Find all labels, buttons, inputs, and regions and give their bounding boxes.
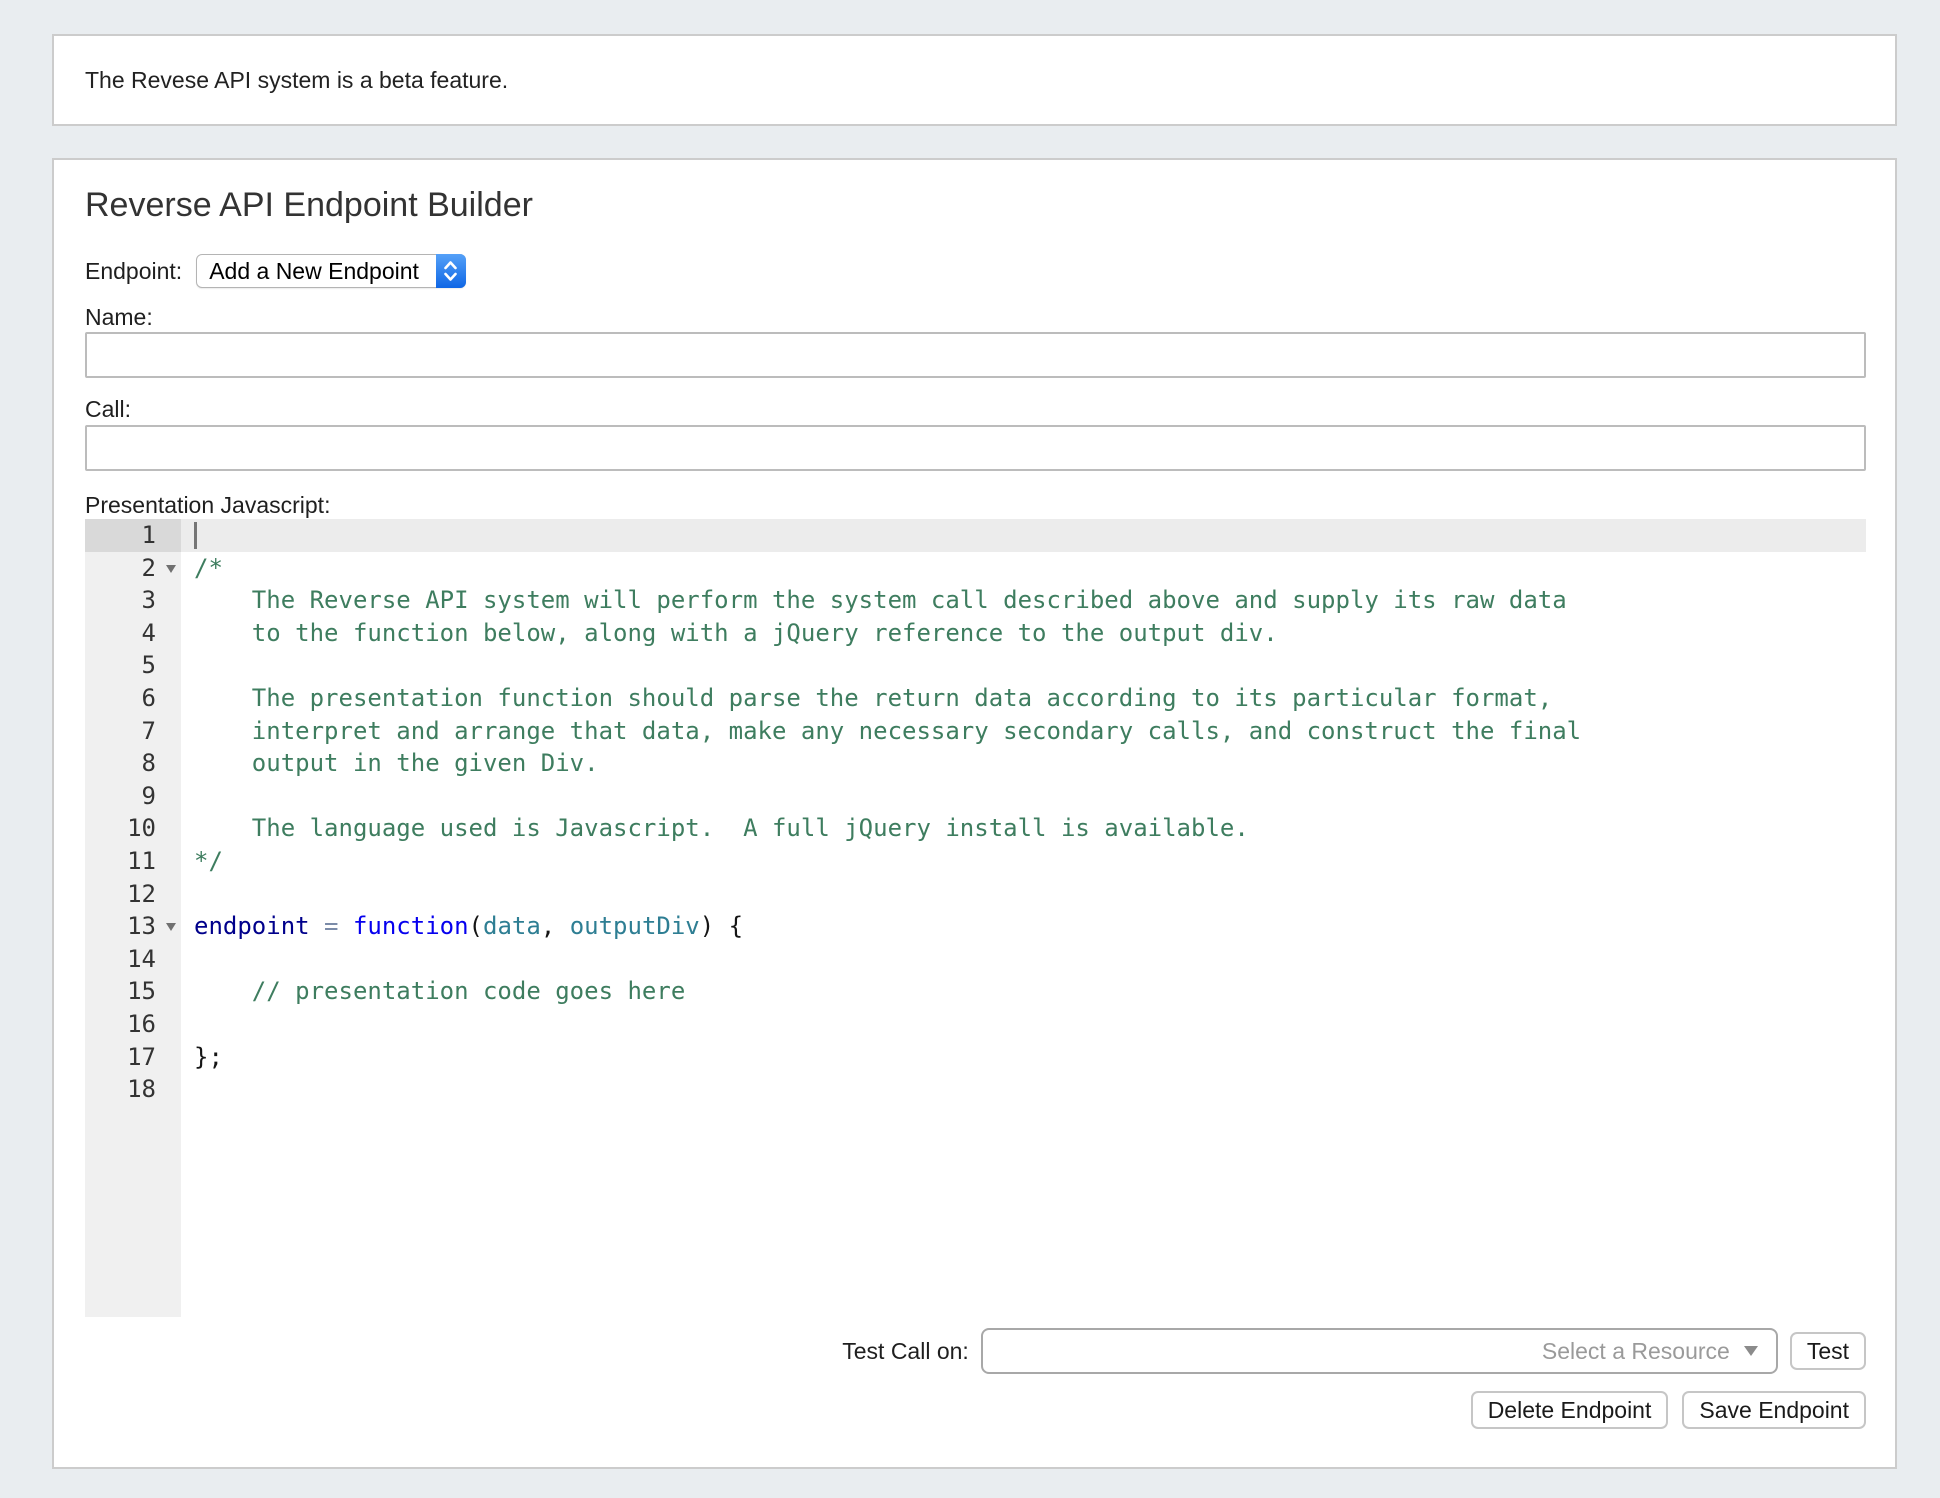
text-cursor <box>194 522 197 549</box>
gutter-line-number: 16 <box>85 1008 181 1041</box>
gutter-line-number: 9 <box>85 780 181 813</box>
code-line[interactable]: endpoint = function(data, outputDiv) { <box>181 910 1866 943</box>
code-line[interactable] <box>181 780 1866 813</box>
code-line[interactable]: interpret and arrange that data, make an… <box>181 715 1866 748</box>
gutter-line-number: 8 <box>85 747 181 780</box>
code-line[interactable]: // presentation code goes here <box>181 975 1866 1008</box>
endpoint-row: Endpoint: Add a New Endpoint <box>85 254 466 288</box>
page-title: Reverse API Endpoint Builder <box>85 186 533 225</box>
call-input[interactable] <box>85 425 1866 471</box>
gutter-line-number: 3 <box>85 584 181 617</box>
code-line[interactable] <box>181 1008 1866 1041</box>
gutter-line-number: 5 <box>85 649 181 682</box>
name-input[interactable] <box>85 332 1866 378</box>
gutter-line-number: 15 <box>85 975 181 1008</box>
dropdown-arrow-icon <box>1744 1346 1758 1356</box>
fold-arrow-icon[interactable] <box>166 923 176 931</box>
code-line[interactable]: The Reverse API system will perform the … <box>181 584 1866 617</box>
gutter-line-number: 18 <box>85 1073 181 1106</box>
gutter-line-number: 6 <box>85 682 181 715</box>
gutter-line-number: 14 <box>85 943 181 976</box>
code-line[interactable]: The language used is Javascript. A full … <box>181 812 1866 845</box>
code-line[interactable] <box>181 943 1866 976</box>
endpoint-select[interactable]: Add a New Endpoint <box>196 254 466 288</box>
code-line[interactable]: The presentation function should parse t… <box>181 682 1866 715</box>
code-line[interactable] <box>181 1073 1866 1106</box>
code-line[interactable]: to the function below, along with a jQue… <box>181 617 1866 650</box>
gutter-line-number: 11 <box>85 845 181 878</box>
code-line[interactable]: }; <box>181 1041 1866 1074</box>
gutter-line-number: 17 <box>85 1041 181 1074</box>
code-line[interactable] <box>181 878 1866 911</box>
code-editor[interactable]: 123456789101112131415161718 /* The Rever… <box>85 519 1866 1317</box>
select-stepper-icon <box>436 254 466 288</box>
presentation-javascript-label: Presentation Javascript: <box>85 492 330 519</box>
delete-endpoint-button[interactable]: Delete Endpoint <box>1471 1391 1669 1429</box>
endpoint-label: Endpoint: <box>85 258 182 285</box>
beta-banner: The Revese API system is a beta feature. <box>52 34 1897 126</box>
code-line[interactable]: output in the given Div. <box>181 747 1866 780</box>
test-button[interactable]: Test <box>1790 1332 1866 1370</box>
fold-arrow-icon[interactable] <box>166 565 176 573</box>
code-line[interactable]: /* <box>181 552 1866 585</box>
beta-banner-text: The Revese API system is a beta feature. <box>54 67 508 94</box>
gutter-line-number: 13 <box>85 910 181 943</box>
resource-select[interactable]: Select a Resource <box>981 1328 1778 1374</box>
code-line[interactable]: */ <box>181 845 1866 878</box>
gutter-line-number: 2 <box>85 552 181 585</box>
gutter-line-number: 10 <box>85 812 181 845</box>
endpoint-select-value: Add a New Endpoint <box>197 258 465 285</box>
code-line[interactable] <box>181 649 1866 682</box>
test-call-label: Test Call on: <box>842 1338 969 1365</box>
gutter-line-number: 4 <box>85 617 181 650</box>
gutter-line-number: 7 <box>85 715 181 748</box>
endpoint-builder-panel: Reverse API Endpoint Builder Endpoint: A… <box>52 158 1897 1469</box>
actions-row: Delete Endpoint Save Endpoint <box>85 1391 1866 1429</box>
call-label: Call: <box>85 396 131 423</box>
name-label: Name: <box>85 304 153 331</box>
gutter-line-number: 12 <box>85 878 181 911</box>
code-line[interactable] <box>181 519 1866 552</box>
test-row: Test Call on: Select a Resource Test <box>85 1328 1866 1374</box>
editor-content[interactable]: /* The Reverse API system will perform t… <box>181 519 1866 1317</box>
resource-select-value: Select a Resource <box>1542 1338 1730 1365</box>
editor-gutter: 123456789101112131415161718 <box>85 519 181 1317</box>
gutter-line-number: 1 <box>85 519 181 552</box>
save-endpoint-button[interactable]: Save Endpoint <box>1682 1391 1866 1429</box>
